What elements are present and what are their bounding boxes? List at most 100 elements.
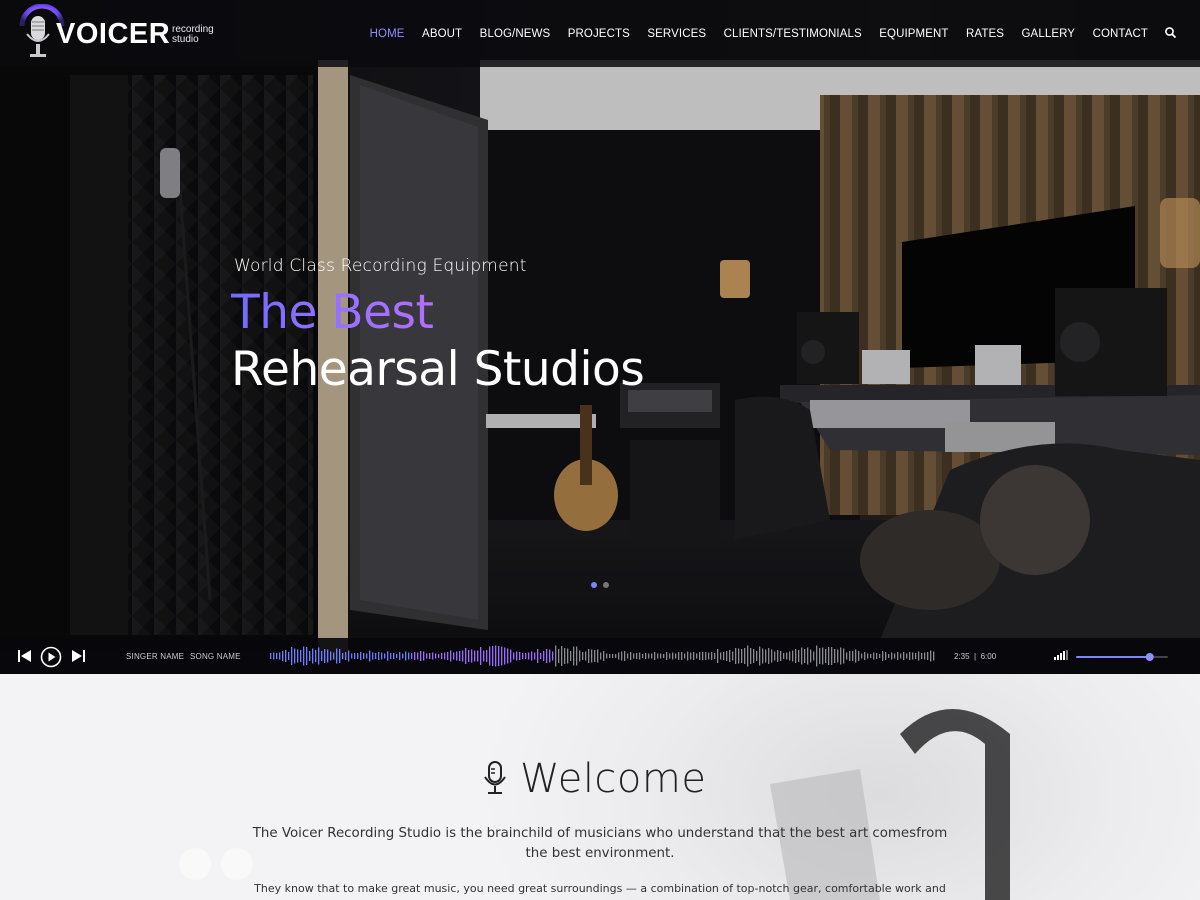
waveform-bar bbox=[855, 649, 857, 663]
waveform-bar bbox=[375, 653, 377, 659]
waveform-bar bbox=[648, 653, 650, 659]
brand-logo[interactable]: VOICER recording studio bbox=[18, 4, 228, 60]
waveform-bar bbox=[729, 650, 731, 662]
slider-dot-1[interactable] bbox=[591, 582, 597, 588]
waveform-bar bbox=[417, 652, 419, 660]
waveform-bar bbox=[480, 647, 482, 665]
hero-slider: VOICER recording studio HOME ABOUT BLOG/… bbox=[0, 0, 1200, 674]
waveform-bar bbox=[486, 650, 488, 662]
waveform-bar bbox=[306, 647, 308, 665]
waveform-bar bbox=[525, 653, 527, 659]
waveform-bar bbox=[408, 652, 410, 660]
waveform-bar bbox=[594, 650, 596, 662]
nav-item-home[interactable]: HOME bbox=[370, 28, 405, 40]
waveform-bar bbox=[567, 648, 569, 664]
nav-item-equipment[interactable]: EQUIPMENT bbox=[879, 28, 948, 40]
waveform-bar bbox=[684, 653, 686, 659]
waveform-bar bbox=[573, 646, 575, 666]
nav-item-services[interactable]: SERVICES bbox=[647, 28, 706, 40]
waveform-bar bbox=[924, 652, 926, 660]
waveform-bar bbox=[639, 652, 641, 660]
waveform-bar bbox=[660, 653, 662, 659]
waveform-bar bbox=[750, 648, 752, 664]
waveform-bar bbox=[921, 653, 923, 659]
waveform-bar bbox=[891, 652, 893, 660]
waveform-bar bbox=[438, 654, 440, 658]
waveform-bar bbox=[516, 651, 518, 661]
waveform-bar bbox=[546, 649, 548, 663]
waveform-bar bbox=[807, 647, 809, 665]
waveform-bar bbox=[588, 649, 590, 663]
waveform-bar bbox=[786, 652, 788, 660]
waveform-bar bbox=[360, 652, 362, 660]
nav-item-rates[interactable]: RATES bbox=[966, 28, 1004, 40]
waveform-bar bbox=[681, 652, 683, 660]
waveform-bar bbox=[456, 651, 458, 661]
hero-headline: Rehearsal Studios bbox=[231, 342, 645, 397]
nav-item-clients-testimonials[interactable]: CLIENTS/TESTIMONIALS bbox=[724, 28, 862, 40]
waveform-bar bbox=[534, 652, 536, 660]
waveform-bar bbox=[420, 651, 422, 661]
waveform-bar bbox=[462, 650, 464, 662]
prev-icon[interactable] bbox=[18, 650, 32, 662]
waveform-bar bbox=[822, 647, 824, 665]
waveform-bar bbox=[720, 652, 722, 660]
waveform-bar bbox=[582, 652, 584, 660]
waveform-bar bbox=[798, 650, 800, 662]
waveform-bar bbox=[348, 650, 350, 662]
volume-icon[interactable] bbox=[1054, 650, 1068, 660]
volume-knob[interactable] bbox=[1145, 653, 1154, 661]
waveform-bar bbox=[804, 649, 806, 663]
waveform-bar bbox=[423, 651, 425, 661]
waveform-bar bbox=[279, 652, 281, 660]
waveform-bar bbox=[753, 649, 755, 663]
waveform-bar bbox=[318, 647, 320, 665]
waveform-bar bbox=[429, 653, 431, 659]
waveform-bar bbox=[426, 653, 428, 659]
waveform-bar bbox=[795, 649, 797, 663]
waveform-bar bbox=[894, 653, 896, 659]
waveform-bar bbox=[657, 653, 659, 659]
waveform-progress[interactable] bbox=[270, 644, 936, 668]
next-icon[interactable] bbox=[71, 650, 85, 662]
hero-kicker: World Class Recording Equipment bbox=[234, 256, 527, 276]
nav-item-contact[interactable]: CONTACT bbox=[1093, 28, 1148, 40]
nav-item-gallery[interactable]: GALLERY bbox=[1022, 28, 1076, 40]
waveform-bar bbox=[792, 650, 794, 662]
waveform-bar bbox=[636, 653, 638, 659]
waveform-bar bbox=[285, 650, 287, 662]
waveform-bar bbox=[312, 648, 314, 664]
play-icon[interactable] bbox=[40, 646, 62, 668]
waveform-bar bbox=[372, 652, 374, 660]
waveform-bar bbox=[579, 650, 581, 662]
waveform-bar bbox=[690, 652, 692, 660]
waveform-bar bbox=[606, 653, 608, 659]
waveform-bar bbox=[396, 654, 398, 658]
nav-item-blog-news[interactable]: BLOG/NEWS bbox=[480, 28, 551, 40]
search-icon[interactable] bbox=[1164, 26, 1178, 40]
waveform-bar bbox=[612, 654, 614, 658]
waveform-bar bbox=[339, 649, 341, 663]
waveform-bar bbox=[696, 653, 698, 659]
nav-item-about[interactable]: ABOUT bbox=[422, 28, 462, 40]
nav-item-projects[interactable]: PROJECTS bbox=[568, 28, 630, 40]
waveform-bar bbox=[447, 652, 449, 660]
waveform-bar bbox=[333, 652, 335, 660]
waveform-bar bbox=[738, 648, 740, 664]
waveform-bar bbox=[363, 653, 365, 659]
waveform-bar bbox=[783, 653, 785, 659]
volume-slider[interactable] bbox=[1076, 652, 1170, 662]
waveform-bar bbox=[915, 653, 917, 659]
waveform-bar bbox=[540, 653, 542, 659]
waveform-bar bbox=[633, 653, 635, 659]
slider-dot-2[interactable] bbox=[603, 582, 609, 588]
waveform-bar bbox=[777, 650, 779, 662]
waveform-bar bbox=[270, 653, 272, 659]
waveform-bar bbox=[864, 652, 866, 660]
waveform-bar bbox=[303, 646, 305, 666]
waveform-bar bbox=[744, 648, 746, 664]
waveform-bar bbox=[882, 651, 884, 661]
waveform-bar bbox=[498, 646, 500, 666]
waveform-bar bbox=[291, 647, 293, 665]
waveform-bar bbox=[642, 654, 644, 658]
